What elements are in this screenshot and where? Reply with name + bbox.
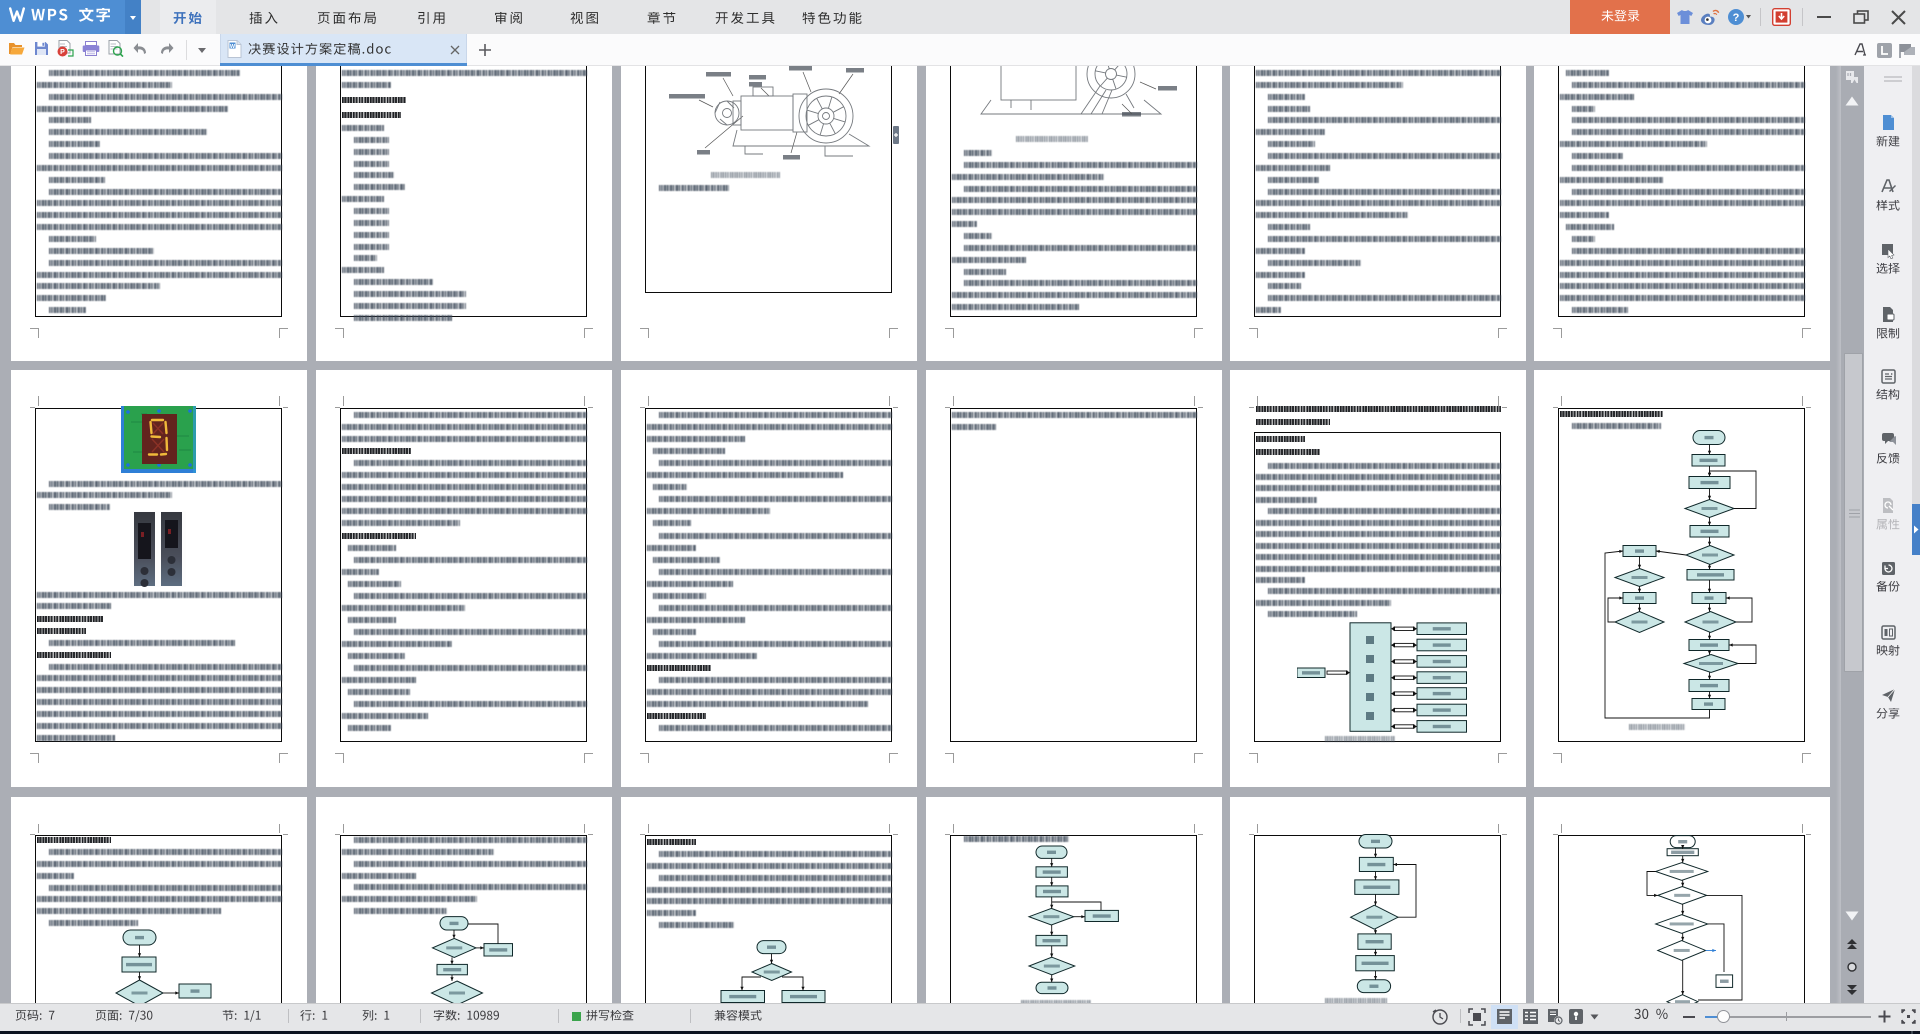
svg-text:?: ? (1733, 12, 1740, 24)
svg-text:W: W (230, 44, 236, 50)
svg-text:P: P (60, 49, 65, 56)
